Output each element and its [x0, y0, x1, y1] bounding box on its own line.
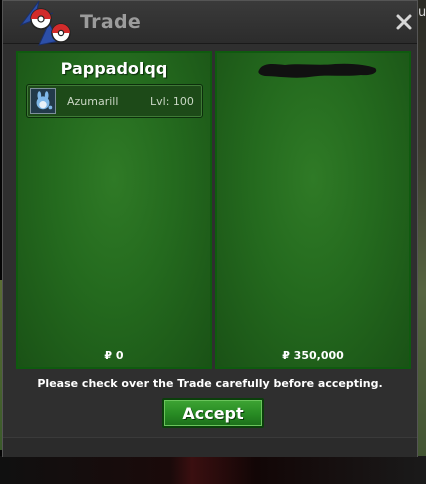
pokemon-name: Azumarill [67, 95, 119, 108]
trade-panel-self: Pappadolqq Azumarill Lvl: 100 ₽ 0 [16, 51, 212, 369]
window-title: Trade [80, 11, 142, 33]
accept-button-label: Accept [182, 404, 244, 423]
trade-window-footer [3, 437, 417, 457]
accept-button[interactable]: Accept [162, 398, 264, 428]
pokeball-logo-icon [19, 0, 71, 46]
money-offer-self: ₽ 0 [104, 349, 124, 362]
game-background-bottom [0, 456, 426, 484]
azumarill-icon [30, 88, 56, 114]
money-offer-partner: ₽ 350,000 [282, 349, 344, 362]
trade-window: Trade Pappadolqq Azumarill Lvl: 100 ₽ 0 … [2, 0, 418, 457]
trade-notice: Please check over the Trade carefully be… [37, 377, 383, 390]
redacted-player-name [258, 63, 377, 78]
trade-panel-partner: ₽ 350,000 [215, 51, 411, 369]
background-edge-text: u [418, 5, 426, 20]
player-name-self: Pappadolqq [60, 59, 168, 78]
close-icon[interactable] [395, 13, 413, 31]
trade-item-pokemon[interactable]: Azumarill Lvl: 100 [26, 84, 203, 118]
pokemon-level: Lvl: 100 [150, 95, 194, 108]
